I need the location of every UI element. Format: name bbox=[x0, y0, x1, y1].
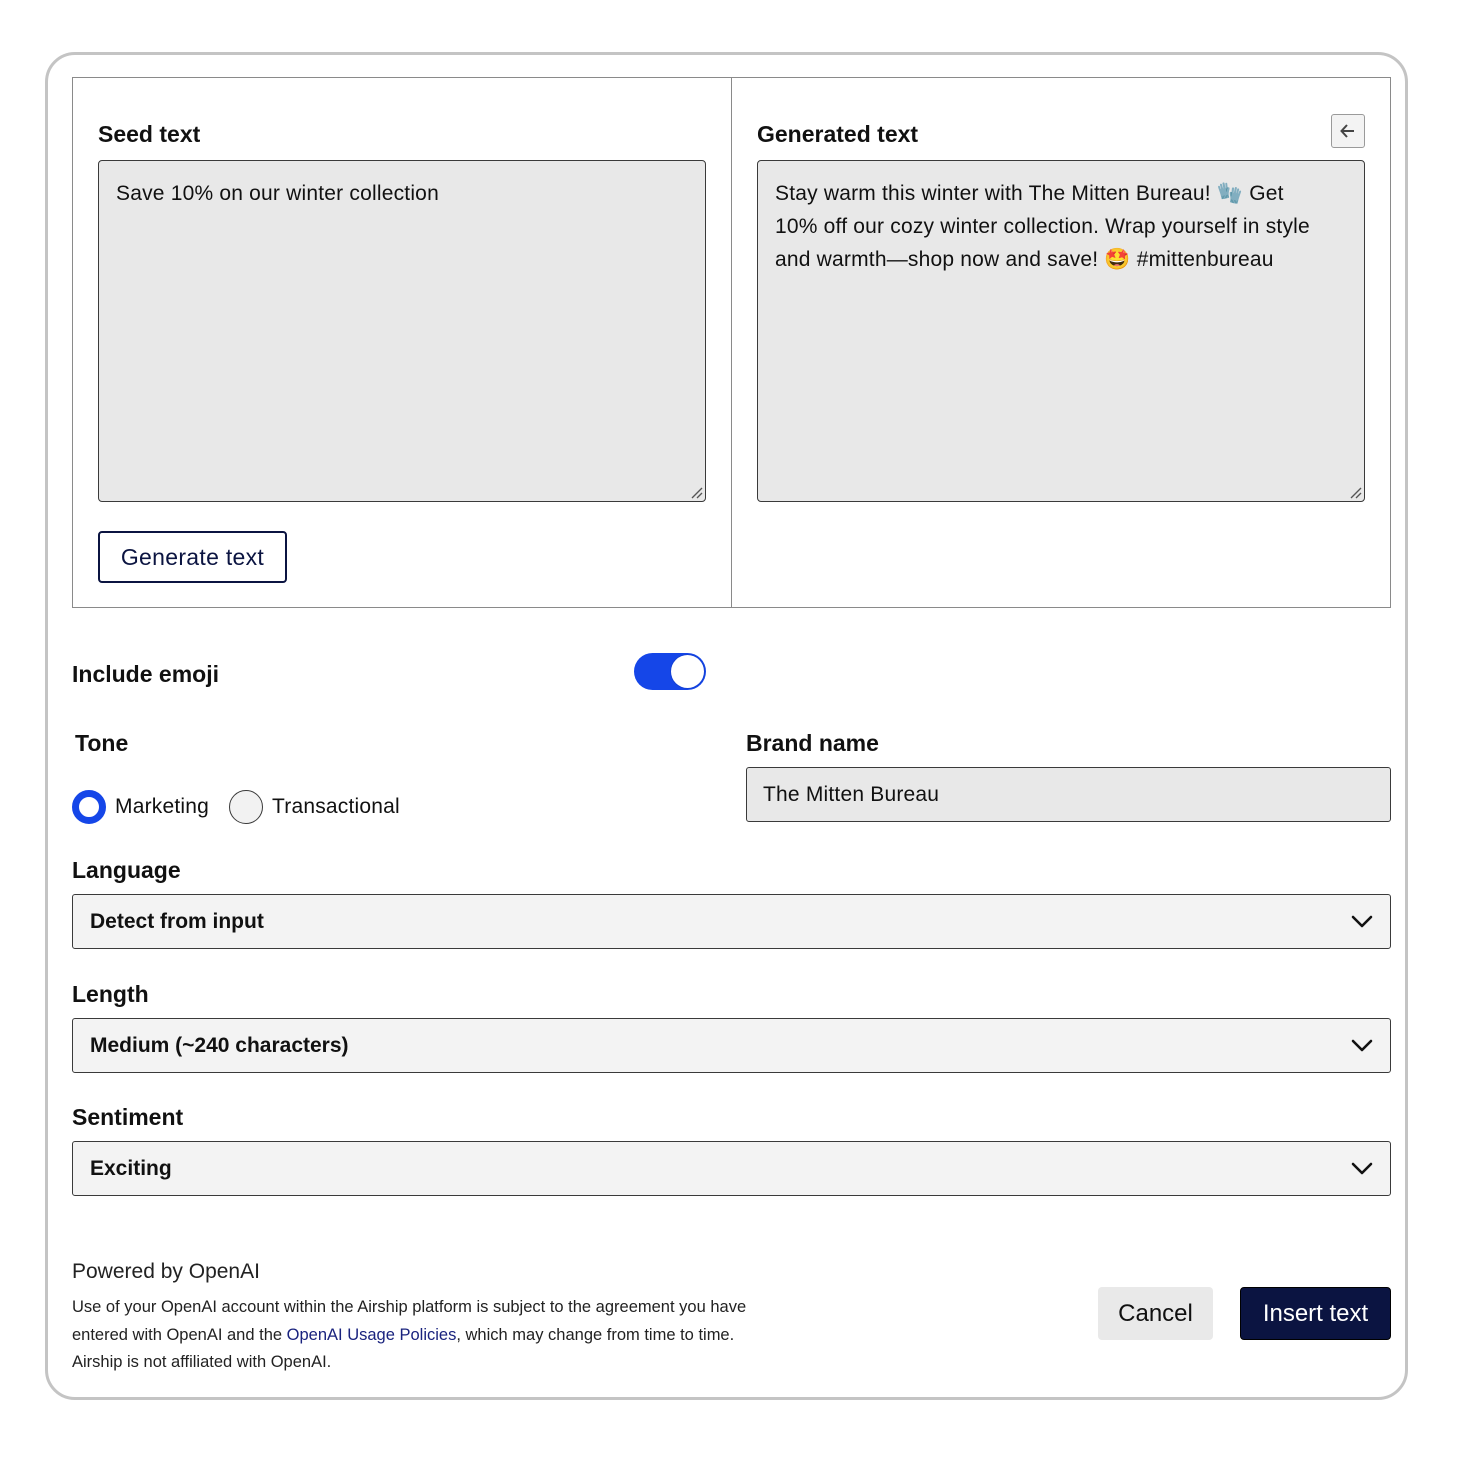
tone-radio-group: Marketing Transactional bbox=[72, 790, 420, 824]
length-value: Medium (~240 characters) bbox=[90, 1033, 349, 1057]
brand-name-label: Brand name bbox=[746, 730, 879, 756]
language-select[interactable]: Detect from input bbox=[72, 894, 1391, 949]
seed-panel: Seed text Save 10% on our winter collect… bbox=[73, 78, 732, 607]
generated-line-1: Stay warm this winter with The Mitten Bu… bbox=[775, 182, 1284, 205]
seed-text-title: Seed text bbox=[98, 121, 201, 147]
sentiment-value: Exciting bbox=[90, 1156, 172, 1180]
tone-transactional-label[interactable]: Transactional bbox=[272, 795, 400, 819]
openai-usage-policies-link[interactable]: OpenAI Usage Policies bbox=[287, 1326, 457, 1344]
insert-text-button[interactable]: Insert text bbox=[1240, 1287, 1391, 1340]
seed-text-input[interactable]: Save 10% on our winter collection bbox=[98, 160, 706, 502]
chevron-down-icon bbox=[1351, 915, 1373, 927]
language-value: Detect from input bbox=[90, 909, 264, 933]
tone-label: Tone bbox=[75, 730, 129, 756]
include-emoji-toggle[interactable] bbox=[634, 653, 706, 690]
language-label: Language bbox=[72, 857, 181, 883]
resize-grip-icon[interactable] bbox=[1348, 485, 1362, 499]
length-label: Length bbox=[72, 981, 149, 1007]
brand-name-input[interactable]: The Mitten Bureau bbox=[746, 767, 1391, 822]
arrow-left-icon bbox=[1340, 124, 1354, 138]
length-select[interactable]: Medium (~240 characters) bbox=[72, 1018, 1391, 1073]
toggle-knob bbox=[671, 655, 704, 688]
generated-text-output[interactable]: Stay warm this winter with The Mitten Bu… bbox=[757, 160, 1365, 502]
chevron-down-icon bbox=[1351, 1162, 1373, 1174]
seed-text-value: Save 10% on our winter collection bbox=[116, 182, 439, 205]
sentiment-label: Sentiment bbox=[72, 1104, 184, 1130]
cancel-button[interactable]: Cancel bbox=[1098, 1287, 1213, 1340]
generated-line-2: 10% off our cozy winter collection. Wrap… bbox=[775, 215, 1310, 238]
generated-line-3: and warmth—shop now and save! 🤩 #mittenb… bbox=[775, 248, 1274, 271]
chevron-down-icon bbox=[1351, 1039, 1373, 1051]
brand-name-value: The Mitten Bureau bbox=[763, 782, 940, 806]
generated-text-title: Generated text bbox=[757, 121, 919, 147]
resize-grip-icon[interactable] bbox=[689, 485, 703, 499]
sentiment-select[interactable]: Exciting bbox=[72, 1141, 1391, 1196]
insert-back-button[interactable] bbox=[1331, 114, 1365, 148]
legal-disclaimer: Use of your OpenAI account within the Ai… bbox=[72, 1294, 772, 1377]
generated-panel: Generated text Stay warm this winter wit… bbox=[732, 78, 1389, 607]
text-panels: Seed text Save 10% on our winter collect… bbox=[72, 77, 1391, 608]
include-emoji-label: Include emoji bbox=[72, 661, 219, 687]
powered-by-openai: Powered by OpenAI bbox=[72, 1260, 260, 1283]
tone-marketing-radio[interactable] bbox=[72, 790, 106, 824]
generate-text-button[interactable]: Generate text bbox=[98, 531, 287, 583]
tone-marketing-label[interactable]: Marketing bbox=[115, 795, 209, 819]
tone-transactional-radio[interactable] bbox=[229, 790, 264, 824]
